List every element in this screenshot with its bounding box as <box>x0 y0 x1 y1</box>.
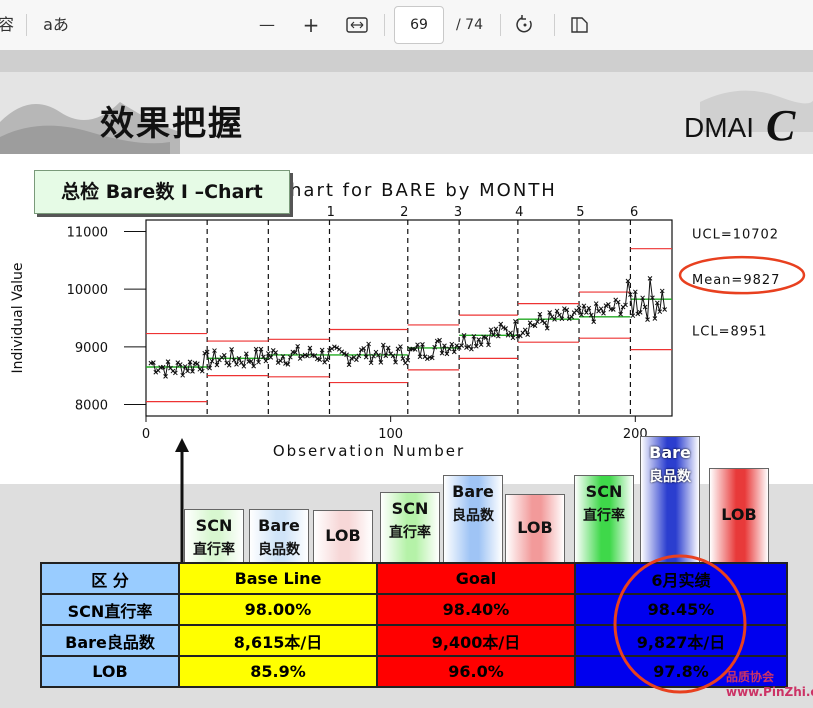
toolbar-separator <box>554 14 555 36</box>
toolbar-partial-button[interactable]: 容 <box>0 12 14 38</box>
y-axis-label: Individual Value <box>10 262 26 373</box>
bar-label-bottom: 良品数 <box>649 469 691 485</box>
bar-label-bottom: 直行率 <box>389 525 431 541</box>
table-cell: 96.0% <box>376 655 576 688</box>
mean-annotation: Mean=9827 <box>692 273 780 288</box>
watermark: 品质协会 www.PinZhi.org <box>726 670 813 699</box>
table-cell: 98.00% <box>178 593 378 626</box>
comparison-bar: Bare 良品数 <box>249 509 309 565</box>
bar-label-top: LOB <box>517 517 553 537</box>
table-header-cell: Goal <box>376 562 576 595</box>
chart-label-box: 总检 Bare数 I –Chart <box>34 170 290 214</box>
page-view-icon[interactable] <box>568 12 592 38</box>
table-cell: 8,615本/日 <box>178 624 378 657</box>
total-pages: / 74 <box>456 17 483 33</box>
data-point <box>557 312 562 318</box>
toolbar-separator <box>384 14 385 36</box>
table-header-cell: Base Line <box>178 562 378 595</box>
toolbar-separator <box>500 14 501 36</box>
table-cell: 98.40% <box>376 593 576 626</box>
phase-label: 4 <box>515 205 523 220</box>
zoom-in-button[interactable]: + <box>300 12 322 38</box>
dmaic-label: DMAI <box>684 112 754 143</box>
bar-label-bottom: 良品数 <box>258 542 300 558</box>
table-cell: 85.9% <box>178 655 378 688</box>
bar-label-top: Bare <box>649 443 691 462</box>
bar-label-top: SCN <box>585 482 623 501</box>
plot-frame <box>145 219 673 417</box>
data-point <box>239 360 244 366</box>
zoom-out-button[interactable]: — <box>256 12 278 38</box>
data-point <box>598 306 604 312</box>
comparison-bar: Bare 良品数 <box>443 475 503 565</box>
x-tick-label: 100 <box>378 427 403 442</box>
table-cell: SCN直行率 <box>40 593 180 626</box>
phase-label: 2 <box>400 205 408 220</box>
bar-label-top: SCN <box>195 516 233 535</box>
comparison-bar: LOB <box>505 494 565 565</box>
phase-label: 3 <box>454 205 462 220</box>
comparison-bar: LOB <box>313 510 373 565</box>
bar-label-bottom: 直行率 <box>193 542 235 558</box>
phase-label: 1 <box>327 205 335 220</box>
table-cell: 9,400本/日 <box>376 624 576 657</box>
slide-title: 效果把握 <box>100 104 244 144</box>
table-cell: Bare良品数 <box>40 624 180 657</box>
table-cell: LOB <box>40 655 180 688</box>
data-point <box>234 362 239 367</box>
phase-label: 6 <box>630 205 638 220</box>
data-point <box>522 327 528 333</box>
comparison-bar: SCN 直行率 <box>380 492 440 565</box>
data-point <box>354 357 359 363</box>
y-tick-label: 11000 <box>67 226 108 241</box>
slide-previous-strip <box>0 50 813 72</box>
read-aloud-button[interactable]: aあ <box>40 12 72 38</box>
toolbar-separator <box>26 14 27 36</box>
phase-label: 5 <box>576 205 584 220</box>
x-axis-label: Observation Number <box>273 442 465 460</box>
chart-title: hart for BARE by MONTH <box>290 180 557 201</box>
table-header-cell: 区 分 <box>40 562 180 595</box>
data-point <box>569 314 575 320</box>
y-tick-label: 9000 <box>75 341 108 356</box>
y-tick-label: 10000 <box>67 283 108 298</box>
bar-label-top: Bare <box>452 482 494 501</box>
ucl-annotation: UCL=10702 <box>692 228 779 243</box>
lcl-annotation: LCL=8951 <box>692 325 768 340</box>
bar-label-top: LOB <box>325 525 361 545</box>
fit-width-icon[interactable] <box>344 12 370 38</box>
rotate-icon[interactable] <box>512 12 538 38</box>
x-tick-label: 0 <box>142 427 150 442</box>
comparison-bar: LOB <box>709 468 769 565</box>
pdf-toolbar: 容 aあ — + 69 / 74 <box>0 0 813 51</box>
bar-label-bottom: 直行率 <box>583 508 625 524</box>
y-tick-label: 8000 <box>75 398 108 413</box>
bar-label-top: SCN <box>391 499 429 518</box>
bar-label-top: Bare <box>258 516 300 535</box>
bar-label-top: LOB <box>721 504 757 524</box>
bar-label-bottom: 良品数 <box>452 508 494 524</box>
comparison-bar: SCN 直行率 <box>184 509 244 565</box>
page-number-input[interactable]: 69 <box>394 6 444 44</box>
dmaic-c-letter: C <box>766 101 796 150</box>
data-point <box>508 330 513 336</box>
comparison-bar: Bare 良品数 <box>640 436 700 565</box>
